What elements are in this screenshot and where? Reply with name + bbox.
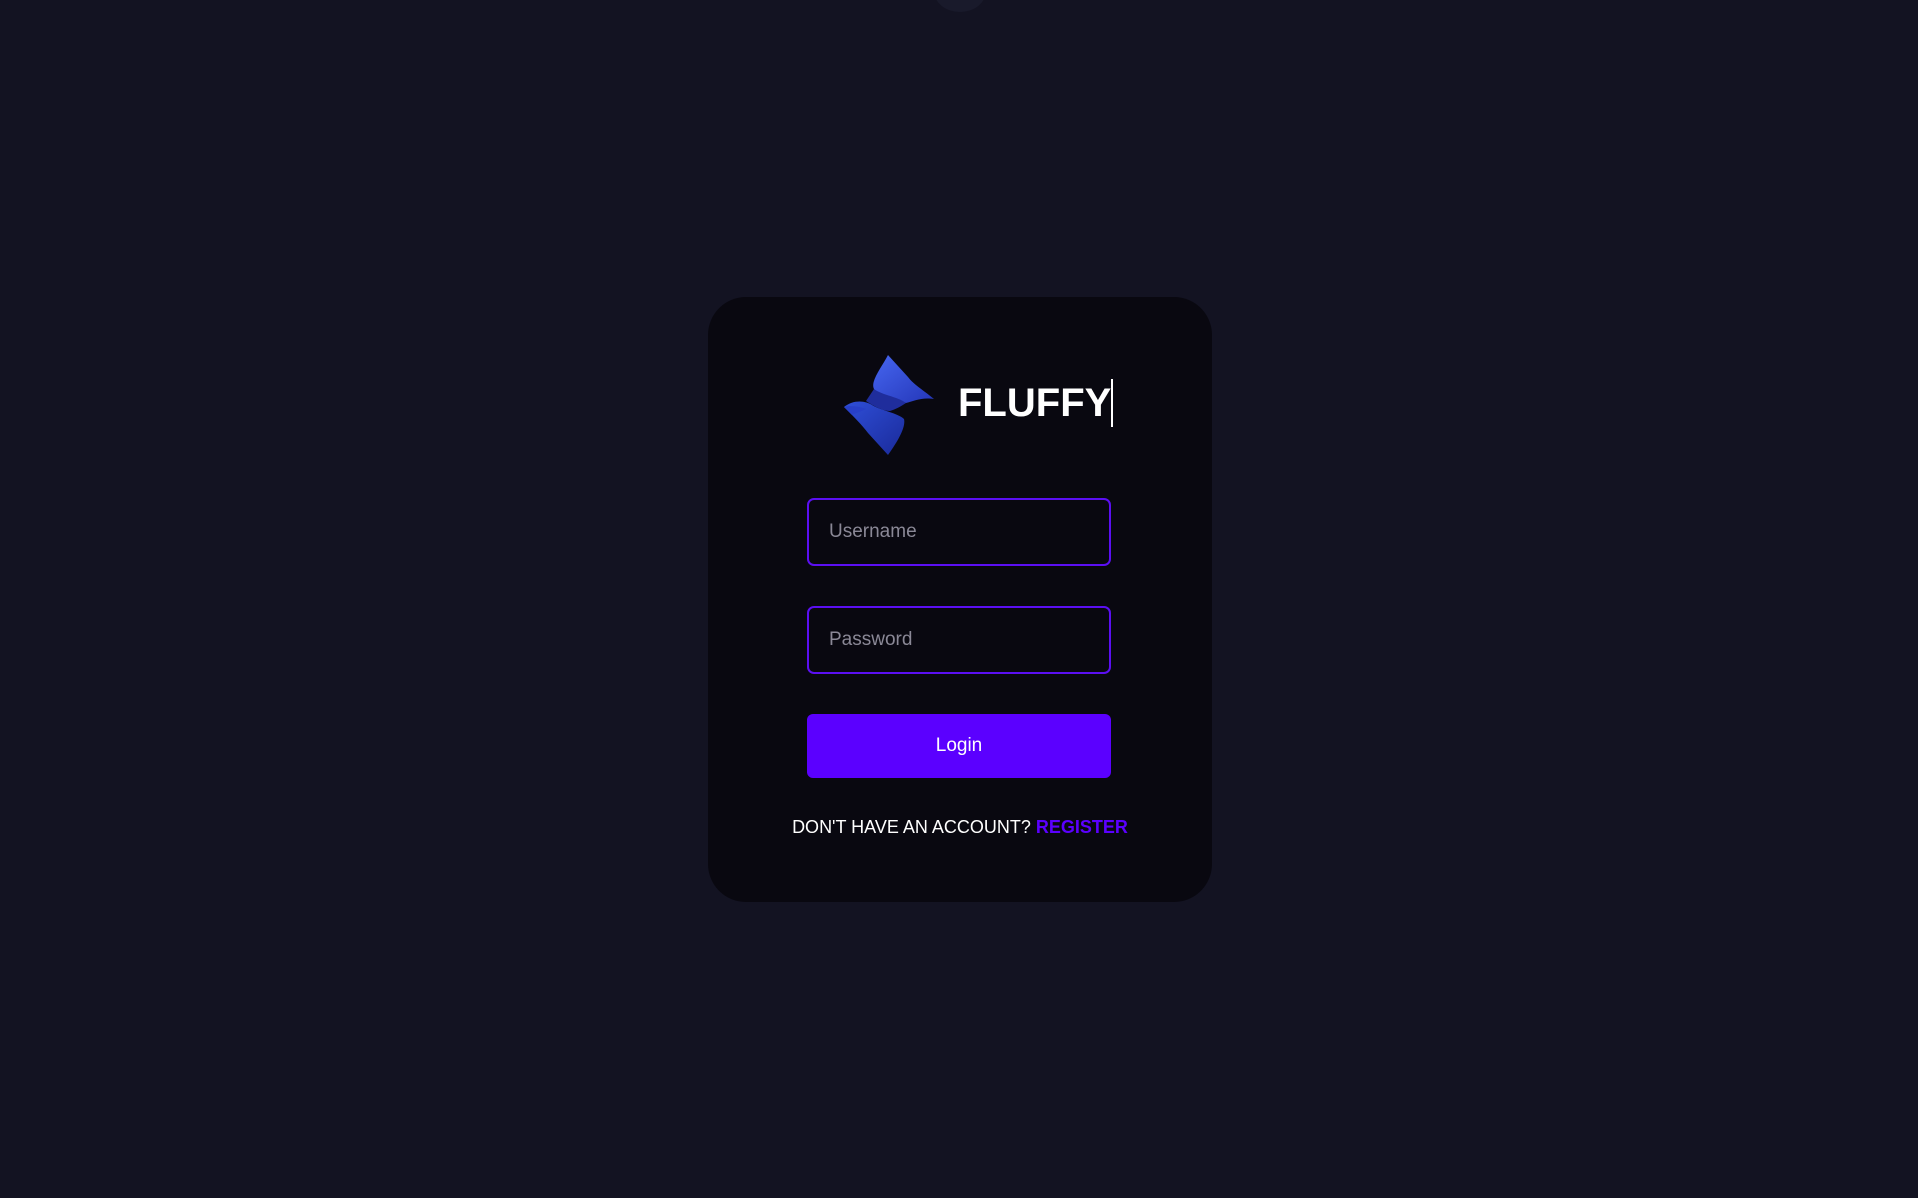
brand-name: FLUFFY: [958, 379, 1114, 427]
login-button[interactable]: Login: [807, 714, 1111, 778]
register-prompt-text: DON'T HAVE AN ACCOUNT?: [792, 817, 1031, 837]
s-diamond-logo-icon: [844, 355, 934, 455]
password-input[interactable]: [807, 606, 1111, 674]
username-input[interactable]: [807, 498, 1111, 566]
decorative-bubble: [934, 0, 986, 12]
login-page: FLUFFY Login DON'T HAVE AN ACCOUNT? REGI…: [0, 0, 1918, 1198]
brand-name-text: FLUFFY: [958, 381, 1112, 425]
login-card: FLUFFY Login DON'T HAVE AN ACCOUNT? REGI…: [708, 297, 1212, 902]
register-link[interactable]: REGISTER: [1036, 817, 1128, 837]
text-cursor: [1111, 379, 1114, 427]
register-prompt: DON'T HAVE AN ACCOUNT? REGISTER: [708, 817, 1212, 838]
brand-header: FLUFFY: [708, 355, 1212, 459]
